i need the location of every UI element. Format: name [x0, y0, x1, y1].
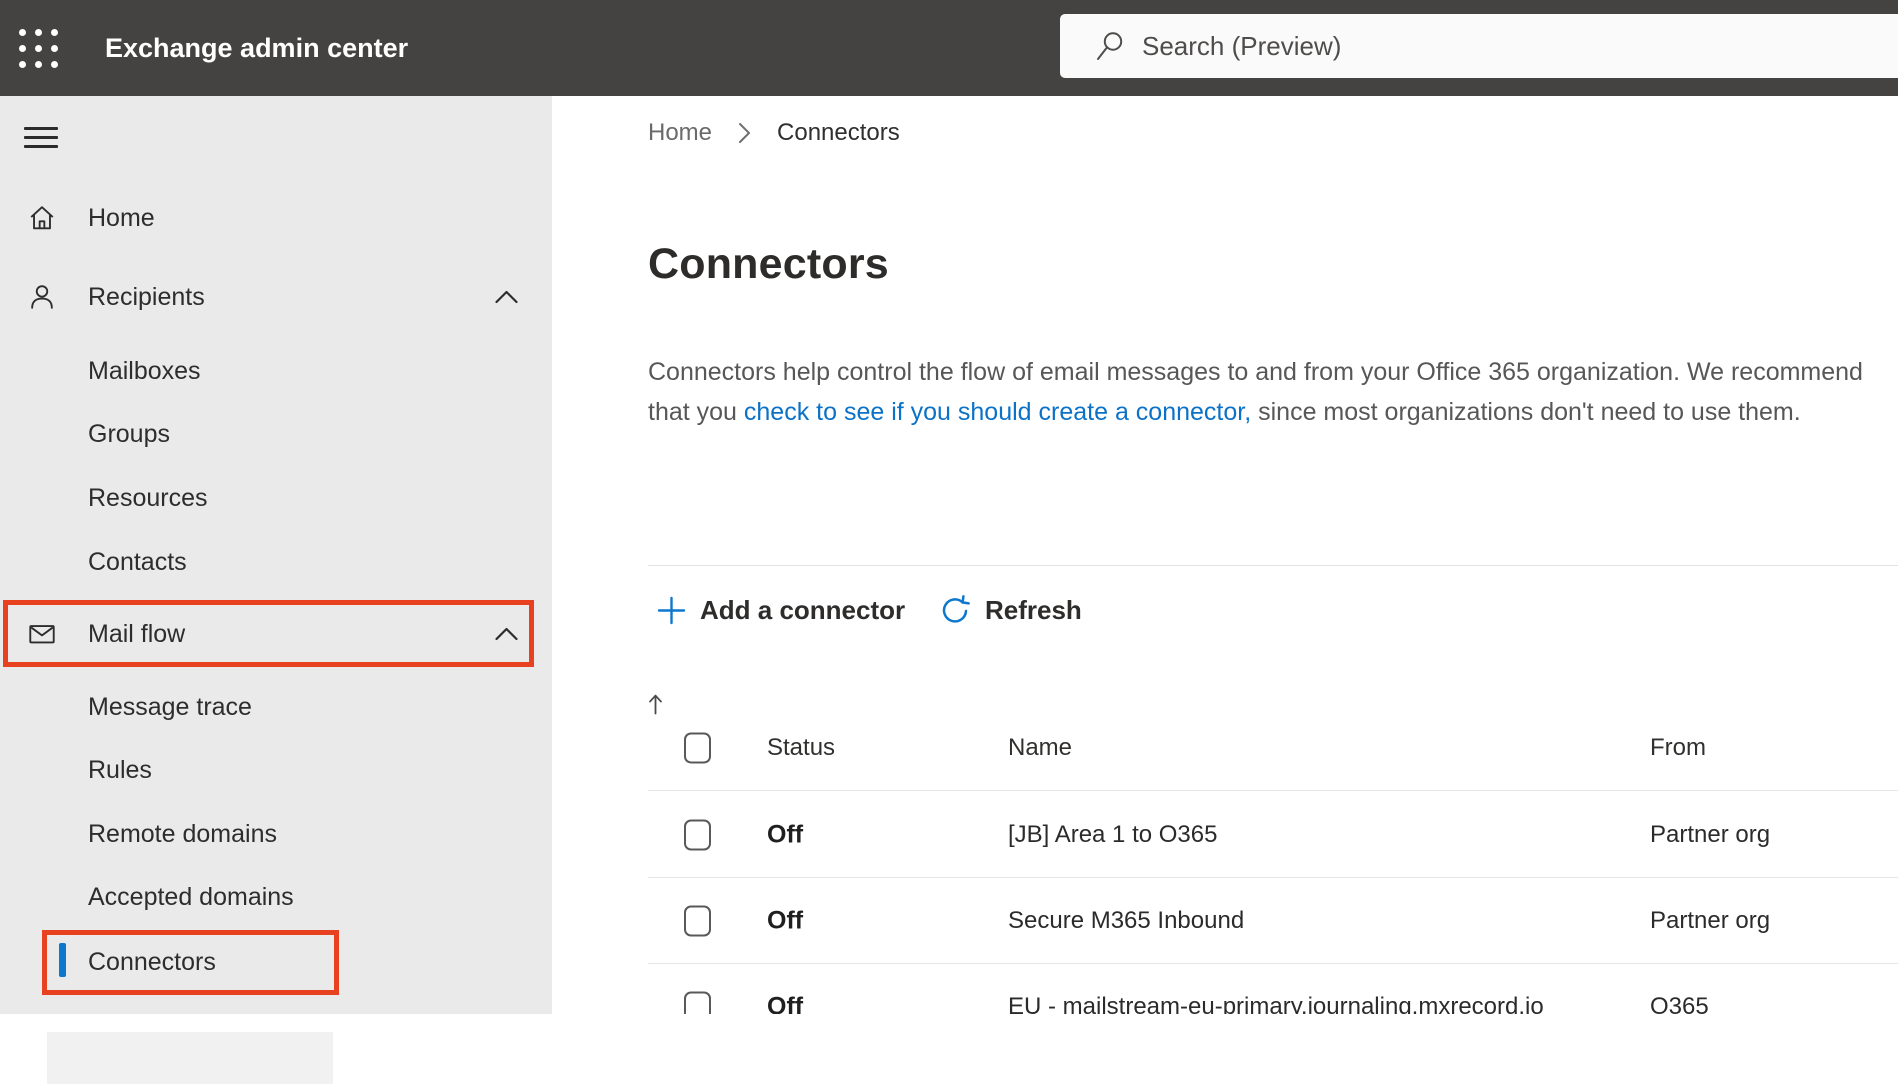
table-row[interactable]: Off EU - mailstream-eu-primary.journalin… — [648, 964, 1898, 1014]
connector-from: O365 — [1650, 993, 1709, 1014]
connector-status: Off — [767, 992, 804, 1015]
table-header-row: Status Name From — [648, 694, 1898, 791]
hamburger-menu-button[interactable] — [24, 127, 58, 148]
screen: Exchange admin center Search (Preview) H… — [0, 0, 1898, 1084]
app-title: Exchange admin center — [105, 33, 409, 63]
row-checkbox[interactable] — [684, 905, 711, 936]
row-checkbox[interactable] — [684, 819, 711, 850]
sidebar-item-label: Resources — [88, 483, 208, 512]
sidebar-item-label: Recipients — [88, 282, 205, 311]
sidebar-item-home[interactable]: Home — [0, 194, 552, 242]
table-row[interactable]: Off Secure M365 Inbound Partner org — [648, 878, 1898, 964]
sidebar-item-contacts[interactable]: Contacts — [0, 538, 552, 586]
sidebar-item-mail-flow[interactable]: Mail flow — [0, 610, 552, 658]
breadcrumb: Home Connectors — [648, 116, 900, 150]
sidebar: Home Recipients Mailboxes Groups Resourc… — [0, 96, 552, 1084]
add-connector-button[interactable]: Add a connector — [656, 588, 905, 632]
sidebar-item-recipients[interactable]: Recipients — [0, 273, 552, 321]
sidebar-item-remote-domains[interactable]: Remote domains — [0, 810, 552, 858]
connector-name: Secure M365 Inbound — [1008, 906, 1245, 934]
sidebar-item-label: Message trace — [88, 692, 252, 721]
description-text: since most organizations don't need to u… — [1251, 398, 1801, 426]
sidebar-item-label: Mail flow — [88, 619, 186, 648]
sidebar-item-label: Contacts — [88, 547, 187, 576]
refresh-icon — [938, 593, 972, 627]
sort-ascending-icon — [648, 694, 1898, 716]
sidebar-item-groups[interactable]: Groups — [0, 410, 552, 458]
sidebar-item-label: Accepted domains — [88, 882, 294, 911]
sidebar-item-label: Home — [88, 203, 155, 232]
sidebar-item-label: Groups — [88, 419, 170, 448]
sidebar-item-rules[interactable]: Rules — [0, 746, 552, 794]
selected-indicator-bar — [59, 943, 66, 977]
topbar: Exchange admin center — [0, 0, 1898, 96]
app-launcher-button[interactable] — [16, 26, 60, 70]
row-checkbox[interactable] — [684, 991, 711, 1014]
table-row[interactable]: Off [JB] Area 1 to O365 Partner org — [648, 792, 1898, 878]
sidebar-item-label: Remote domains — [88, 819, 277, 848]
sidebar-item-resources[interactable]: Resources — [0, 474, 552, 522]
sidebar-item-label: Connectors — [88, 947, 216, 976]
column-header-status[interactable]: Status — [767, 734, 835, 762]
sidebar-item-message-trace[interactable]: Message trace — [0, 683, 552, 731]
selected-item-highlight — [47, 1032, 333, 1084]
plus-icon — [656, 595, 687, 626]
connector-status: Off — [767, 820, 804, 848]
connector-name: EU - mailstream-eu-primary.journaling.mx… — [1008, 993, 1544, 1014]
breadcrumb-home-link[interactable]: Home — [648, 119, 712, 147]
breadcrumb-current: Connectors — [777, 119, 900, 146]
home-icon — [27, 203, 57, 233]
sidebar-item-label: Mailboxes — [88, 356, 201, 385]
search-input[interactable] — [1142, 30, 1842, 62]
chevron-up-icon — [494, 627, 519, 642]
sidebar-item-connectors[interactable]: Connectors — [0, 938, 552, 986]
sidebar-item-label: Rules — [88, 755, 152, 784]
page-description: Connectors help control the flow of emai… — [648, 352, 1870, 432]
connector-from: Partner org — [1650, 906, 1771, 934]
mail-icon — [27, 619, 57, 649]
sidebar-item-accepted-domains[interactable]: Accepted domains — [0, 873, 552, 921]
column-header-name[interactable]: Name — [1008, 734, 1072, 762]
toolbar-divider — [648, 565, 1898, 566]
connector-status: Off — [767, 906, 804, 934]
global-search[interactable] — [1060, 14, 1898, 78]
refresh-button[interactable]: Refresh — [938, 588, 1082, 632]
create-connector-check-link[interactable]: check to see if you should create a conn… — [744, 398, 1251, 426]
chevron-up-icon — [494, 290, 519, 305]
search-icon — [1094, 30, 1126, 62]
connector-from: Partner org — [1650, 820, 1771, 848]
chevron-right-icon — [738, 122, 751, 144]
person-icon — [27, 282, 57, 312]
main-content: Home Connectors Connectors Connectors he… — [552, 96, 1898, 1014]
select-all-checkbox[interactable] — [684, 732, 711, 763]
refresh-label: Refresh — [985, 594, 1082, 625]
column-header-from[interactable]: From — [1650, 734, 1706, 762]
connector-name: [JB] Area 1 to O365 — [1008, 820, 1218, 848]
page-title: Connectors — [648, 240, 889, 288]
add-connector-label: Add a connector — [700, 594, 906, 625]
sidebar-item-mailboxes[interactable]: Mailboxes — [0, 347, 552, 395]
